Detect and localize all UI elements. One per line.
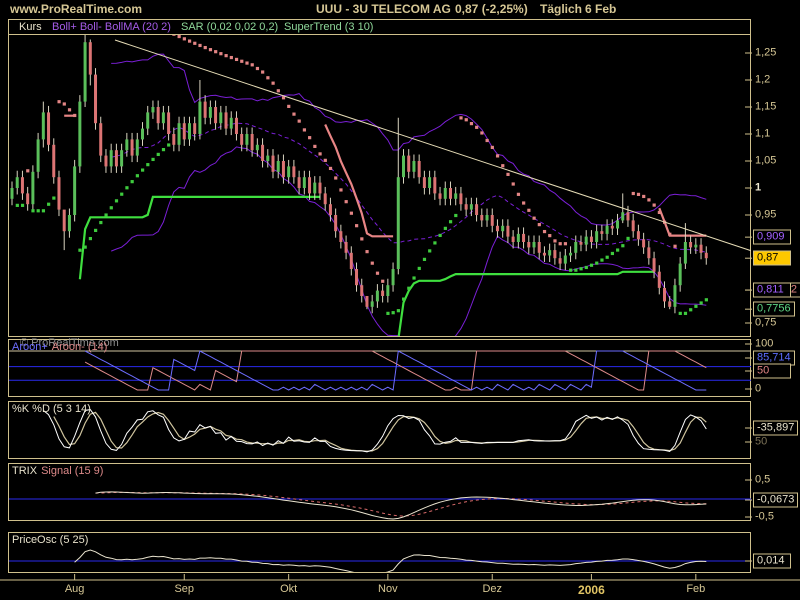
price-box-sliver: 2	[753, 282, 800, 298]
month-label-feb: Feb	[686, 583, 706, 595]
indicator-legend: Kurs Boll+ Boll- BollMA (20 2) SAR (0,02 0…	[9, 20, 750, 35]
trix-value-box: -0,0673	[753, 492, 799, 508]
aroon-value-box: 85,714	[753, 350, 795, 366]
month-label-dez: Dez	[482, 583, 503, 595]
stoch-value-box: -35,897	[753, 420, 799, 436]
trix-panel-title: TRIX Signal (15 9)	[12, 465, 107, 477]
month-label-nov: Nov	[378, 583, 398, 595]
aroon-axis-label: 0	[755, 382, 762, 395]
aroon-panel-title: Aroon+ Aroon- (14)	[12, 341, 111, 353]
aroon-title-part: Aroon- (14)	[51, 341, 108, 353]
trix-title-part: TRIX	[12, 465, 38, 477]
legend-kurs: Kurs	[19, 21, 42, 33]
price-tick-1,05: 1,05	[755, 154, 777, 167]
posc-value-box: 0,014	[753, 553, 791, 569]
top-bar: www.ProRealTime.com UUU - 3U TELECOM AG …	[0, 0, 800, 18]
aroon-axis-label: 100	[755, 337, 774, 350]
month-label-okt: Okt	[280, 583, 298, 595]
priceosc-indicator-panel: PriceOsc (5 25)	[8, 532, 751, 573]
symbol-title: UUU - 3U TELECOM AG	[316, 2, 451, 16]
legend-supertrend: SuperTrend (3 10)	[284, 21, 374, 33]
price-box-purple: 0,811	[753, 282, 791, 298]
aroon-title-part: Aroon+	[12, 341, 48, 353]
date-label: 6 Feb	[585, 2, 617, 16]
price-tick-1,15: 1,15	[755, 100, 777, 113]
last-quote: 0,87 (-2,25%)	[455, 2, 528, 16]
month-label-aug: Aug	[64, 583, 85, 595]
legend-sar: SAR (0,02 0,02 0,2)	[181, 21, 279, 33]
price-chart-panel: Kurs Boll+ Boll- BollMA (20 2) SAR (0,02 0…	[8, 19, 751, 349]
price-tick-1: 1	[755, 181, 762, 194]
trix-axis-label: 0,5	[755, 473, 771, 486]
price-tick-1,2: 1,2	[755, 73, 771, 86]
price-tick-0,95: 0,95	[755, 208, 777, 221]
stoch-axis-label: 50	[755, 435, 768, 448]
priceosc-panel-title: PriceOsc (5 25)	[12, 534, 92, 546]
month-label-sep: Sep	[174, 583, 195, 595]
posc-title-part: PriceOsc (5 25)	[12, 534, 89, 546]
legend-boll+: Boll+ Boll- BollMA (20 2)	[52, 21, 171, 33]
aroon-indicator-panel: Aroon+ Aroon- (14)	[8, 339, 751, 397]
price-box-green: 0,7756	[753, 301, 795, 317]
trix-indicator-panel: TRIX Signal (15 9)	[8, 463, 751, 521]
price-tick-0,75: 0,75	[755, 316, 777, 329]
month-label-2006: 2006	[578, 583, 605, 597]
price-tick-1,25: 1,25	[755, 46, 777, 59]
stoch-title-part: %K %D (5 3 14)	[12, 403, 91, 415]
trix-title-part: Signal (15 9)	[41, 465, 104, 477]
brand-link[interactable]: www.ProRealTime.com	[10, 2, 142, 16]
price-tick-1,1: 1,1	[755, 127, 771, 140]
stochastic-indicator-panel: %K %D (5 3 14)	[8, 401, 751, 459]
timeframe-label: Täglich	[540, 2, 583, 16]
prorealtime-chart-window: www.ProRealTime.com UUU - 3U TELECOM AG …	[0, 0, 800, 600]
aroon-value-box: 50	[753, 363, 791, 379]
price-box-last: 0,87	[753, 250, 791, 266]
stochastic-panel-title: %K %D (5 3 14)	[12, 403, 95, 415]
price-box-purple: 0,909	[753, 229, 791, 245]
trix-axis-label: -0,5	[755, 510, 774, 523]
